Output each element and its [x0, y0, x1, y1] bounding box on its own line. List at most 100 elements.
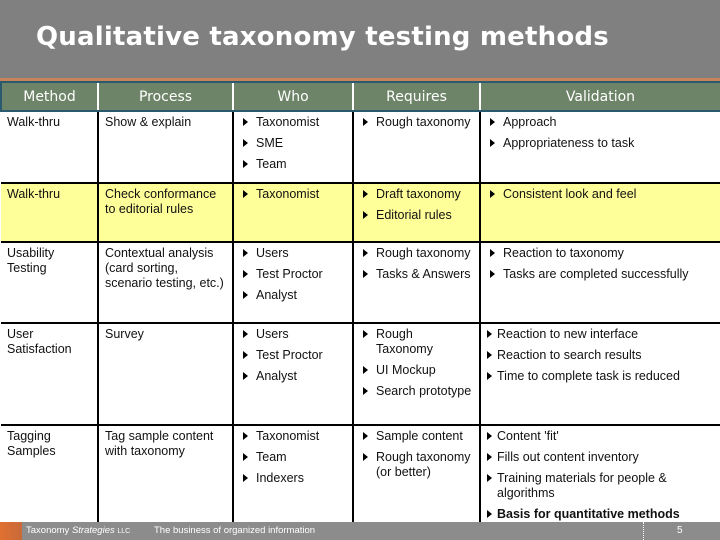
- bullet-triangle-icon: [490, 249, 495, 257]
- list-item-text: Sample content: [376, 429, 463, 443]
- bullet-triangle-icon: [243, 190, 248, 198]
- bullet-triangle-icon: [243, 139, 248, 147]
- cell-requires: Rough Taxonomy UI Mockup Search prototype: [352, 322, 481, 426]
- page-number: 5: [677, 525, 683, 536]
- list-item-text: Appropriateness to task: [503, 136, 635, 150]
- who-list: Taxonomist SME Team: [240, 115, 346, 172]
- list-item: Users: [240, 246, 346, 261]
- bullet-triangle-icon: [363, 270, 368, 278]
- cell-requires: Rough taxonomy: [352, 110, 481, 184]
- list-item-text: Reaction to search results: [497, 348, 642, 362]
- bullet-triangle-icon: [243, 249, 248, 257]
- bullet-triangle-icon: [490, 190, 495, 198]
- table-row: Walk-thru Check conformance to editorial …: [1, 182, 720, 243]
- cell-requires: Sample content Rough taxonomy (or better): [352, 424, 481, 534]
- validation-list: Content 'fit' Fills out content inventory…: [487, 429, 715, 522]
- bullet-triangle-icon: [487, 351, 492, 359]
- list-item-text: Draft taxonomy: [376, 187, 461, 201]
- table-header-row: Method Process Who Requires Validation: [0, 81, 720, 112]
- list-item-text: Rough taxonomy (or better): [376, 450, 471, 479]
- list-item: Reaction to new interface: [487, 327, 715, 342]
- requires-list: Sample content Rough taxonomy (or better): [360, 429, 473, 480]
- list-item-text: Taxonomist: [256, 429, 320, 443]
- list-item: Content 'fit': [487, 429, 715, 444]
- who-list: Users Test Proctor Analyst: [240, 327, 346, 384]
- list-item-text: Rough taxonomy: [376, 115, 471, 129]
- list-item: Rough taxonomy (or better): [360, 450, 473, 480]
- list-item: Draft taxonomy: [360, 187, 473, 202]
- bullet-triangle-icon: [363, 366, 368, 374]
- bullet-triangle-icon: [363, 387, 368, 395]
- bullet-triangle-icon: [487, 510, 492, 518]
- list-item-text: Approach: [503, 115, 557, 129]
- requires-list: Rough taxonomy Tasks & Answers: [360, 246, 473, 282]
- bullet-triangle-icon: [487, 330, 492, 338]
- list-item-text: UI Mockup: [376, 363, 436, 377]
- cell-process: Check conformance to editorial rules: [97, 182, 234, 243]
- table-row: Walk-thru Show & explain Taxonomist SME Team…: [1, 110, 720, 184]
- list-item-text: Test Proctor: [256, 348, 323, 362]
- list-item-text: Fills out content inventory: [497, 450, 639, 464]
- list-item-text: Consistent look and feel: [503, 187, 637, 201]
- column-header-requires: Requires: [352, 81, 480, 112]
- footer-divider: [643, 522, 644, 540]
- cell-process: Tag sample content with taxonomy: [97, 424, 234, 534]
- bullet-triangle-icon: [243, 351, 248, 359]
- list-item: Fills out content inventory: [487, 450, 715, 465]
- list-item: Users: [240, 327, 346, 342]
- table-row: User Satisfaction Survey Users Test Proctor…: [1, 322, 720, 426]
- list-item: Editorial rules: [360, 208, 473, 223]
- bullet-triangle-icon: [243, 432, 248, 440]
- list-item: Tasks are completed successfully: [487, 267, 715, 282]
- list-item: Team: [240, 157, 346, 172]
- list-item: Taxonomist: [240, 187, 346, 202]
- bullet-triangle-icon: [487, 453, 492, 461]
- list-item: Appropriateness to task: [487, 136, 715, 151]
- list-item: Taxonomist: [240, 115, 346, 130]
- list-item: Rough taxonomy: [360, 115, 473, 130]
- list-item: Time to complete task is reduced: [487, 369, 715, 384]
- list-item-text: Users: [256, 327, 289, 341]
- bullet-triangle-icon: [490, 270, 495, 278]
- list-item: UI Mockup: [360, 363, 473, 378]
- list-item-text: Editorial rules: [376, 208, 452, 222]
- list-item-text: Indexers: [256, 471, 304, 485]
- bullet-triangle-icon: [243, 474, 248, 482]
- bullet-triangle-icon: [243, 160, 248, 168]
- column-header-validation: Validation: [479, 81, 720, 112]
- list-item-text: Test Proctor: [256, 267, 323, 281]
- cell-who: Taxonomist Team Indexers: [232, 424, 354, 534]
- list-item-text: Rough Taxonomy: [376, 327, 433, 356]
- footer-brand: Taxonomy Strategies LLC: [26, 525, 130, 536]
- list-item: Approach: [487, 115, 715, 130]
- list-item: Rough taxonomy: [360, 246, 473, 261]
- bullet-triangle-icon: [490, 118, 495, 126]
- table-row: Usability Testing Contextual analysis (ca…: [1, 241, 720, 324]
- validation-list: Reaction to new interface Reaction to sea…: [487, 327, 715, 384]
- brand-italic: Strategies: [71, 525, 115, 536]
- cell-method: Walk-thru: [1, 182, 99, 243]
- column-header-who: Who: [232, 81, 353, 112]
- cell-method: Usability Testing: [1, 241, 99, 324]
- bullet-triangle-icon: [487, 474, 492, 482]
- logo-icon: [0, 522, 22, 540]
- bullet-triangle-icon: [487, 432, 492, 440]
- list-item: Taxonomist: [240, 429, 346, 444]
- list-item-text: Training materials for people & algorith…: [497, 471, 667, 500]
- list-item-text: SME: [256, 136, 284, 150]
- bullet-triangle-icon: [243, 372, 248, 380]
- requires-list: Draft taxonomy Editorial rules: [360, 187, 473, 223]
- title-bar: Qualitative taxonomy testing methods: [0, 0, 720, 78]
- bullet-triangle-icon: [363, 118, 368, 126]
- cell-validation: Content 'fit' Fills out content inventory…: [479, 424, 720, 534]
- cell-process: Contextual analysis (card sorting, scena…: [97, 241, 234, 324]
- bullet-triangle-icon: [363, 190, 368, 198]
- list-item: Team: [240, 450, 346, 465]
- validation-list: Consistent look and feel: [487, 187, 715, 202]
- cell-validation: Consistent look and feel: [479, 182, 720, 243]
- list-item: Test Proctor: [240, 348, 346, 363]
- methods-table: Method Process Who Requires Validation W…: [0, 81, 720, 534]
- bullet-triangle-icon: [490, 139, 495, 147]
- cell-who: Taxonomist: [232, 182, 354, 243]
- bullet-triangle-icon: [243, 118, 248, 126]
